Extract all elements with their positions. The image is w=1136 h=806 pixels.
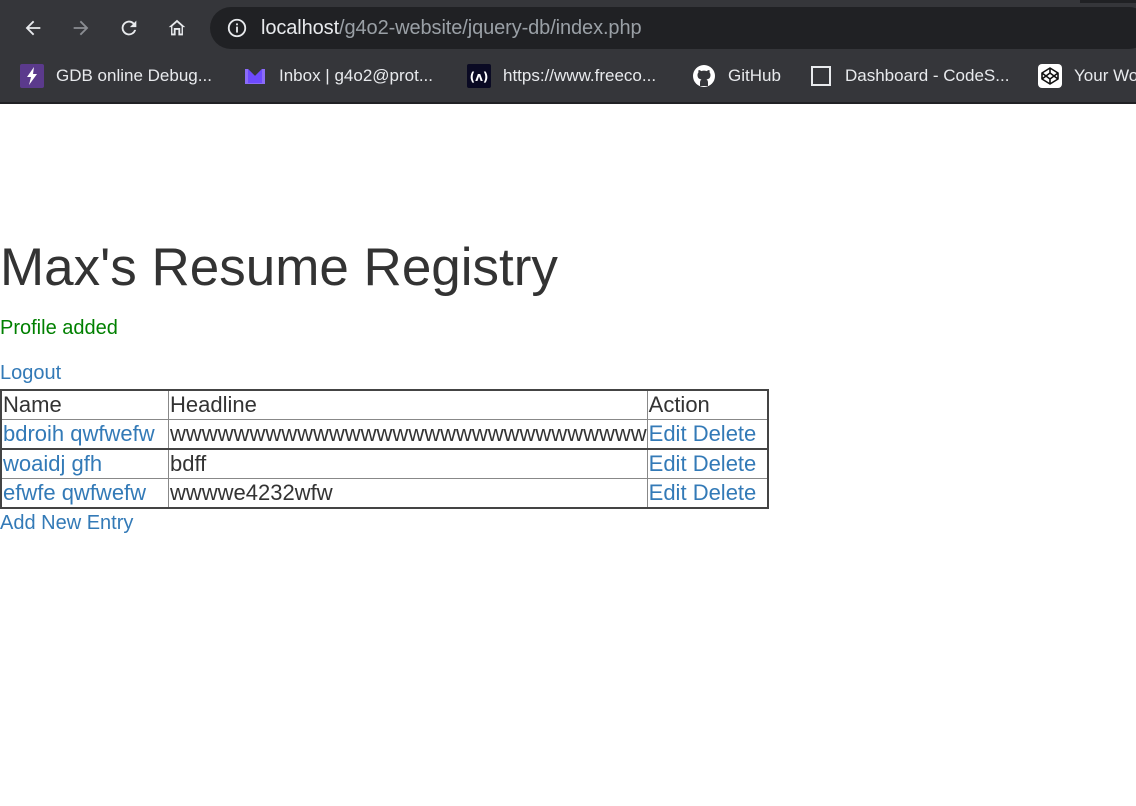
chrome-divider — [0, 102, 1136, 104]
column-header-action: Action — [646, 389, 769, 420]
tab-strip — [0, 0, 1136, 3]
bookmark-codepen[interactable]: Your Wo — [1038, 64, 1136, 88]
column-header-name: Name — [0, 389, 169, 420]
url-text[interactable]: localhost/g4o2-website/jquery-db/index.p… — [261, 17, 642, 40]
delete-link[interactable]: Delete — [693, 451, 757, 476]
gdb-bolt-icon — [20, 64, 44, 88]
table-header-row: Name Headline Action — [0, 389, 769, 420]
profile-name-link[interactable]: woaidj gfh — [3, 451, 102, 476]
bookmark-github[interactable]: GitHub — [692, 64, 781, 88]
blank-page-icon — [809, 64, 833, 88]
name-cell: bdroih qwfwefw — [0, 419, 169, 450]
bookmarks-bar: GDB online Debug... Inbox | g4o2@prot...… — [0, 56, 1136, 96]
svg-text:(ʌ): (ʌ) — [470, 70, 489, 84]
flash-message: Profile added — [0, 317, 118, 339]
home-icon — [168, 19, 186, 36]
headline-cell: bdff — [168, 448, 648, 479]
arrow-left-icon — [25, 20, 41, 36]
url-host: localhost — [261, 16, 340, 39]
table-row: bdroih qwfwefw wwwwwwwwwwwwwwwwwwwwwwwww… — [0, 419, 769, 450]
bookmark-label: GitHub — [728, 66, 781, 85]
address-bar[interactable]: localhost/g4o2-website/jquery-db/index.p… — [210, 7, 1136, 49]
edit-link[interactable]: Edit — [649, 421, 687, 446]
headline-cell: wwwwwwwwwwwwwwwwwwwwwwwwwwwwww — [168, 419, 648, 450]
action-cell: Edit Delete — [646, 448, 769, 479]
action-cell: Edit Delete — [646, 478, 769, 509]
edit-link[interactable]: Edit — [649, 480, 687, 505]
registry-table: Name Headline Action bdroih qwfwefw wwww… — [0, 389, 769, 509]
bookmark-freecodecamp[interactable]: (ʌ) https://www.freeco... — [467, 64, 656, 88]
table-row: efwfe qwfwefw wwwwe4232wfw Edit Delete — [0, 478, 769, 509]
add-new-entry-link[interactable]: Add New Entry — [0, 510, 133, 536]
delete-link[interactable]: Delete — [693, 421, 757, 446]
bookmark-gdb[interactable]: GDB online Debug... — [20, 64, 212, 88]
bookmark-protonmail[interactable]: Inbox | g4o2@prot... — [243, 64, 433, 88]
codepen-icon — [1038, 64, 1062, 88]
freecodecamp-icon: (ʌ) — [467, 64, 491, 88]
column-header-headline: Headline — [168, 389, 648, 420]
edit-link[interactable]: Edit — [649, 451, 687, 476]
arrow-right-icon — [73, 20, 89, 36]
reload-button[interactable] — [113, 12, 145, 44]
table-row: woaidj gfh bdff Edit Delete — [0, 448, 769, 479]
logout-link[interactable]: Logout — [0, 360, 61, 386]
reload-icon — [121, 20, 137, 36]
profile-name-link[interactable]: bdroih qwfwefw — [3, 421, 155, 446]
action-cell: Edit Delete — [646, 419, 769, 450]
info-icon[interactable] — [226, 17, 248, 39]
delete-link[interactable]: Delete — [693, 480, 757, 505]
bookmark-label: https://www.freeco... — [503, 66, 657, 85]
protonmail-icon — [243, 64, 267, 88]
headline-cell: wwwwe4232wfw — [168, 478, 648, 509]
bookmark-dashboard[interactable]: Dashboard - CodeS... — [809, 64, 1009, 88]
page-title: Max's Resume Registry — [0, 238, 558, 297]
bookmark-label: Dashboard - CodeS... — [845, 66, 1010, 85]
home-button[interactable] — [161, 12, 193, 44]
github-icon — [692, 64, 716, 88]
browser-chrome: localhost/g4o2-website/jquery-db/index.p… — [0, 0, 1136, 104]
forward-button[interactable] — [65, 12, 97, 44]
name-cell: efwfe qwfwefw — [0, 478, 169, 509]
bookmark-label: Inbox | g4o2@prot... — [279, 66, 433, 85]
bookmark-label: Your Wo — [1074, 66, 1136, 85]
name-cell: woaidj gfh — [0, 448, 169, 479]
url-path: /g4o2-website/jquery-db/index.php — [339, 16, 642, 39]
profile-name-link[interactable]: efwfe qwfwefw — [3, 480, 146, 505]
back-button[interactable] — [17, 12, 49, 44]
bookmark-label: GDB online Debug... — [56, 66, 212, 85]
